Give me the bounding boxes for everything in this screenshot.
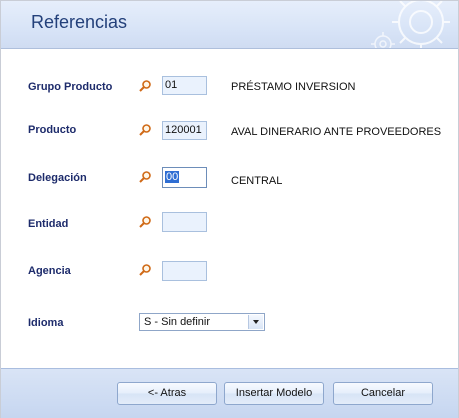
idioma-select[interactable]: S - Sin definir (139, 313, 265, 331)
gear-icon (371, 32, 395, 48)
delegacion-value: 00 (165, 171, 180, 183)
entidad-field[interactable] (162, 212, 207, 232)
referencias-dialog: Referencias Grupo Producto 01 PRÉSTAMO I… (0, 0, 459, 418)
grupo-producto-label: Grupo Producto (28, 81, 113, 93)
chevron-down-icon[interactable] (248, 315, 263, 329)
insert-model-button[interactable]: Insertar Modelo (224, 382, 324, 405)
cancel-button[interactable]: Cancelar (333, 382, 433, 405)
dialog-title: Referencias (31, 12, 128, 32)
delegacion-label: Delegación (28, 172, 87, 184)
producto-label: Producto (28, 124, 77, 136)
producto-description: AVAL DINERARIO ANTE PROVEEDORES (231, 126, 442, 138)
grupo-producto-field[interactable]: 01 (162, 76, 207, 95)
idioma-selected-value: S - Sin definir (144, 316, 211, 328)
magnifier-icon[interactable] (138, 170, 152, 184)
dialog-header: Referencias (1, 1, 458, 49)
magnifier-icon[interactable] (138, 79, 152, 93)
idioma-label: Idioma (28, 317, 64, 329)
magnifier-icon[interactable] (138, 263, 152, 277)
delegacion-field[interactable]: 00 (162, 167, 207, 188)
delegacion-description: CENTRAL (231, 175, 283, 187)
magnifier-icon[interactable] (138, 123, 152, 137)
dialog-footer: <- Atras Insertar Modelo Cancelar (1, 368, 458, 418)
agencia-label: Agencia (28, 265, 71, 277)
grupo-producto-description: PRÉSTAMO INVERSION (231, 81, 356, 93)
entidad-label: Entidad (28, 218, 69, 230)
back-button[interactable]: <- Atras (117, 382, 217, 405)
producto-field[interactable]: 120001 (162, 121, 207, 140)
magnifier-icon[interactable] (138, 215, 152, 229)
agencia-field[interactable] (162, 261, 207, 281)
